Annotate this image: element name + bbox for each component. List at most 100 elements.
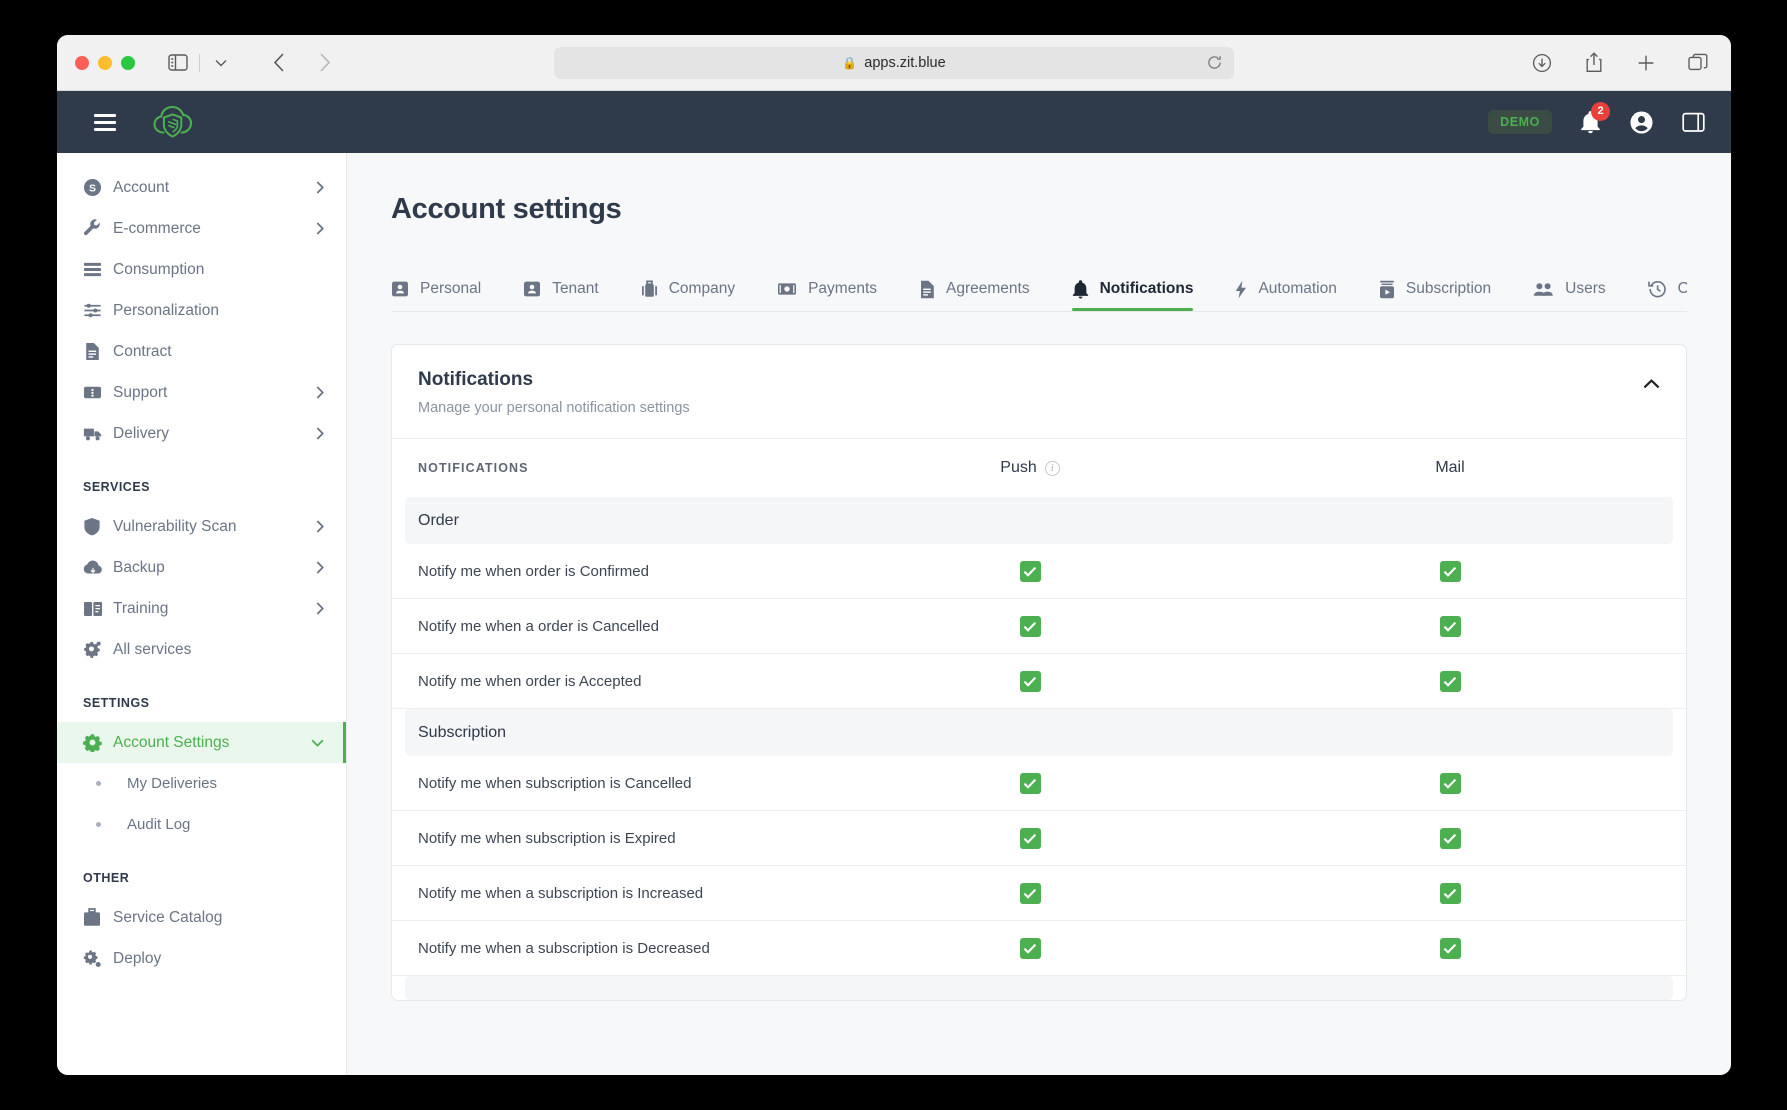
card-subtitle: Manage your personal notification settin… [418, 400, 690, 416]
history-icon [1647, 280, 1667, 298]
sidebar-item-e-commerce[interactable]: E-commerce [57, 208, 346, 249]
browser-chrome: 🔒 apps.zit.blue [57, 35, 1731, 91]
tab-users[interactable]: Users [1533, 268, 1606, 311]
sidebar-item-label: Support [113, 383, 168, 401]
plus-icon[interactable] [1631, 48, 1661, 78]
row-label: Notify me when a order is Cancelled [418, 617, 659, 635]
back-arrow-icon[interactable] [264, 48, 294, 78]
push-checkbox[interactable] [1019, 670, 1041, 692]
sidebar-item-vulnerability-scan[interactable]: Vulnerability Scan [57, 506, 346, 547]
column-header-push-label: Push [1000, 459, 1037, 476]
mail-checkbox[interactable] [1439, 772, 1461, 794]
document-icon [83, 342, 113, 361]
tab-label: Personal [420, 280, 482, 297]
chevron-right-icon [316, 386, 324, 399]
tab-overview-icon[interactable] [1683, 48, 1713, 78]
push-cell [820, 937, 1240, 959]
sidebar-item-all-services[interactable]: All services [57, 629, 346, 670]
tab-label: Automation [1258, 280, 1337, 297]
mail-checkbox[interactable] [1439, 615, 1461, 637]
download-icon[interactable] [1527, 48, 1557, 78]
row-label: Notify me when order is Confirmed [418, 562, 649, 580]
window-traffic-lights [75, 55, 135, 70]
close-window-button[interactable] [75, 55, 89, 70]
push-checkbox[interactable] [1019, 772, 1041, 794]
sidebar: S Account E-commerce Consumption Persona… [57, 153, 347, 1075]
account-circle-icon[interactable] [1629, 110, 1654, 135]
settings-tab-bar: Personal Tenant Company Payments Agreeme… [391, 268, 1687, 312]
chevron-right-icon [316, 561, 324, 574]
tab-automation[interactable]: Automation [1235, 268, 1337, 311]
group-header-subscription: Subscription [405, 709, 1673, 756]
mail-checkbox[interactable] [1439, 827, 1461, 849]
tab-label: Notifications [1099, 280, 1194, 297]
sidebar-item-support[interactable]: Support [57, 372, 346, 413]
chevron-right-icon [316, 222, 324, 235]
bell-icon[interactable]: 2 [1580, 101, 1610, 134]
tab-company[interactable]: Company [641, 268, 735, 311]
hamburger-menu-icon[interactable] [94, 113, 116, 131]
push-checkbox[interactable] [1019, 937, 1041, 959]
tab-tenant[interactable]: Tenant [523, 268, 599, 311]
sidebar-item-account[interactable]: S Account [57, 167, 346, 208]
mail-cell [1240, 560, 1660, 582]
table-row: Notify me when subscription is Cancelled [392, 756, 1686, 811]
briefcase-icon [641, 280, 658, 298]
sidebar-item-service-catalog[interactable]: Service Catalog [57, 897, 346, 938]
sidebar-item-consumption[interactable]: Consumption [57, 249, 346, 290]
tab-order-history[interactable]: Order hi [1647, 268, 1687, 311]
chevron-right-icon [316, 602, 324, 615]
push-checkbox[interactable] [1019, 560, 1041, 582]
chevron-right-icon [316, 427, 324, 440]
right-panel-icon[interactable] [1682, 112, 1705, 133]
push-checkbox[interactable] [1019, 827, 1041, 849]
push-checkbox[interactable] [1019, 882, 1041, 904]
row-label: Notify me when a subscription is Increas… [418, 884, 704, 902]
sidebar-item-delivery[interactable]: Delivery [57, 413, 346, 454]
sidebar-subitem-label: Audit Log [127, 816, 191, 833]
sidebar-toggle-icon[interactable] [163, 48, 193, 78]
chevron-up-icon[interactable] [1643, 379, 1660, 389]
column-header-push: Push i [820, 459, 1240, 477]
cloud-shield-logo[interactable] [150, 102, 196, 142]
mail-checkbox[interactable] [1439, 670, 1461, 692]
address-bar[interactable]: 🔒 apps.zit.blue [554, 46, 1234, 79]
minimize-window-button[interactable] [98, 55, 112, 70]
tab-payments[interactable]: Payments [777, 268, 877, 311]
ticket-icon [83, 383, 113, 402]
tab-notifications[interactable]: Notifications [1071, 268, 1194, 311]
contact-card-icon [523, 280, 541, 298]
push-cell [820, 827, 1240, 849]
chevron-down-icon[interactable] [206, 48, 236, 78]
mail-checkbox[interactable] [1439, 882, 1461, 904]
table-row: Notify me when subscription is Expired [392, 811, 1686, 866]
svg-text:S: S [89, 184, 96, 195]
push-checkbox[interactable] [1019, 615, 1041, 637]
mail-checkbox[interactable] [1439, 937, 1461, 959]
row-label: Notify me when subscription is Cancelled [418, 774, 692, 792]
page-title: Account settings [391, 193, 622, 225]
share-icon[interactable] [1579, 48, 1609, 78]
tab-subscription[interactable]: Subscription [1379, 268, 1491, 311]
reload-icon[interactable] [1207, 55, 1222, 70]
group-header-order: Order [405, 497, 1673, 544]
mail-checkbox[interactable] [1439, 560, 1461, 582]
maximize-window-button[interactable] [121, 55, 135, 70]
sidebar-item-backup[interactable]: Backup [57, 547, 346, 588]
tab-agreements[interactable]: Agreements [919, 268, 1030, 311]
sidebar-item-personalization[interactable]: Personalization [57, 290, 346, 331]
tab-personal[interactable]: Personal [391, 268, 481, 311]
sidebar-item-training[interactable]: Training [57, 588, 346, 629]
sliders-icon [83, 301, 113, 320]
sidebar-item-account-settings[interactable]: Account Settings [57, 722, 346, 763]
tab-label: Company [668, 280, 736, 297]
info-icon[interactable]: i [1044, 460, 1060, 476]
sidebar-item-contract[interactable]: Contract [57, 331, 346, 372]
sidebar-subitem-audit-log[interactable]: Audit Log [57, 804, 346, 845]
push-cell [820, 670, 1240, 692]
forward-arrow-icon[interactable] [310, 48, 340, 78]
sidebar-subitem-my-deliveries[interactable]: My Deliveries [57, 763, 346, 804]
tab-label: Order hi [1678, 280, 1687, 298]
list-icon [83, 260, 113, 279]
sidebar-item-deploy[interactable]: Deploy [57, 938, 346, 979]
